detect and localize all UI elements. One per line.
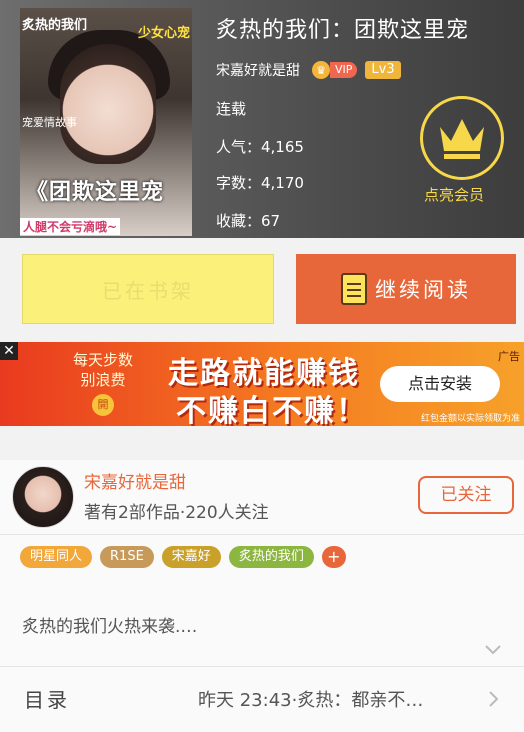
toc-label[interactable]: 目录 bbox=[24, 684, 70, 713]
book-status: 连载 bbox=[216, 100, 247, 118]
ad-headline-2: 不赚白不赚！ bbox=[176, 394, 368, 426]
ad-install-button[interactable]: 点击安装 bbox=[380, 366, 500, 402]
cover-bottom-text: 人腿不会亏滴哦~ bbox=[20, 218, 121, 235]
book-author[interactable]: 宋嘉好就是甜 bbox=[216, 60, 300, 80]
ad-left-line2: 别浪费 bbox=[80, 371, 126, 389]
follow-button[interactable]: 已关注 bbox=[418, 476, 514, 514]
ad-left-block: 每天步数 别浪费 開 bbox=[64, 350, 142, 416]
divider bbox=[0, 666, 524, 667]
level-badge: Lv3 bbox=[365, 61, 401, 79]
add-tag-button[interactable]: + bbox=[321, 546, 346, 568]
vip-label: VIP bbox=[330, 62, 358, 78]
ad-footnote: 红包金额以实际领取为准 bbox=[420, 414, 520, 424]
ad-close-icon[interactable]: ✕ bbox=[0, 342, 18, 360]
divider bbox=[0, 534, 524, 535]
in-shelf-button[interactable]: 已在书架 bbox=[22, 254, 274, 324]
tag-item[interactable]: 明星同人 bbox=[20, 546, 93, 568]
continue-reading-button[interactable]: 继续阅读 bbox=[296, 254, 516, 324]
cover-side-text: 宠爱情故事 bbox=[22, 116, 77, 129]
book-popularity: 人气：4,165 bbox=[216, 138, 304, 156]
continue-reading-label: 继续阅读 bbox=[375, 278, 471, 302]
member-label[interactable]: 点亮会员 bbox=[424, 184, 484, 205]
member-button[interactable] bbox=[420, 96, 504, 180]
cover-big-text: 《团欺这里宠 bbox=[26, 180, 165, 205]
author-row: 宋嘉好就是甜 ♛ VIP Lv3 bbox=[216, 58, 401, 82]
tag-list: 明星同人 R1SE 宋嘉好 炙热的我们 + bbox=[20, 546, 346, 568]
chevron-right-icon[interactable] bbox=[488, 690, 500, 708]
crown-icon bbox=[440, 119, 484, 159]
vip-crown-icon: ♛ bbox=[312, 61, 330, 79]
book-favorites: 收藏：67 bbox=[216, 212, 281, 230]
book-intro: 炙热的我们火热来袭.… bbox=[22, 617, 198, 637]
vip-badge: ♛ VIP bbox=[312, 61, 358, 79]
tag-item[interactable]: 宋嘉好 bbox=[161, 546, 221, 568]
tag-item[interactable]: R1SE bbox=[100, 546, 154, 568]
toc-latest-chapter[interactable]: 昨天 23:43·炙热：都亲不… bbox=[198, 686, 423, 712]
cover-face bbox=[60, 44, 156, 164]
author-avatar[interactable] bbox=[12, 466, 74, 528]
chevron-down-icon[interactable] bbox=[484, 644, 502, 656]
author-name[interactable]: 宋嘉好就是甜 bbox=[84, 468, 186, 493]
cover-top-right-text: 少女心宠 bbox=[137, 26, 190, 41]
book-word-count: 字数：4,170 bbox=[216, 174, 304, 192]
ad-coin-icon: 開 bbox=[92, 394, 114, 416]
ad-banner[interactable]: ✕ 每天步数 别浪费 開 走路就能赚钱 不赚白不赚！ 点击安装 广告 红包金额以… bbox=[0, 342, 524, 426]
book-cover[interactable]: 炙热的我们 少女心宠 宠爱情故事 《团欺这里宠 人腿不会亏滴哦~ bbox=[20, 8, 192, 236]
cover-top-left-text: 炙热的我们 bbox=[22, 18, 88, 33]
book-icon bbox=[341, 273, 367, 305]
ad-left-line1: 每天步数 bbox=[72, 351, 133, 369]
book-title: 炙热的我们：团欺这里宠 bbox=[216, 18, 470, 43]
author-info: 著有2部作品·220人关注 bbox=[84, 503, 269, 523]
ad-tag: 广告 bbox=[498, 350, 520, 363]
tag-item[interactable]: 炙热的我们 bbox=[228, 546, 314, 568]
